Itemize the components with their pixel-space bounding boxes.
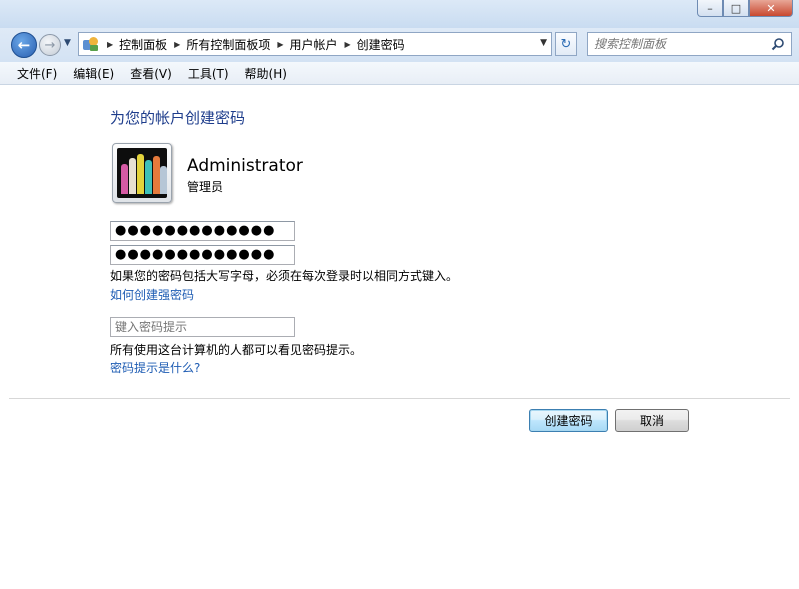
close-button[interactable]: ✕ (749, 0, 793, 17)
hint-note: 所有使用这台计算机的人都可以看见密码提示。 (110, 343, 363, 357)
title-bar: – □ ✕ (0, 0, 799, 28)
maximize-button[interactable]: □ (723, 0, 749, 17)
password-hint-input[interactable] (115, 320, 285, 334)
breadcrumb-arrow-icon[interactable]: ▶ (345, 40, 351, 49)
breadcrumb-item[interactable]: ▶ 所有控制面板项 (167, 36, 270, 53)
search-input[interactable] (594, 36, 764, 52)
address-bar[interactable]: ▶ 控制面板 ▶ 所有控制面板项 ▶ 用户帐户 ▶ 创建密码 ▼ (78, 32, 552, 56)
breadcrumb-arrow-icon[interactable]: ▶ (107, 40, 113, 49)
minimize-button[interactable]: – (697, 0, 723, 17)
user-name: Administrator (187, 156, 303, 176)
back-button[interactable]: ← (11, 32, 37, 58)
address-dropdown-icon[interactable]: ▼ (540, 38, 547, 48)
confirm-password-field[interactable]: ●●●●●●●●●●●●● (110, 245, 295, 265)
user-role: 管理员 (187, 180, 224, 194)
forward-arrow-icon: → (44, 37, 56, 53)
create-password-button[interactable]: 创建密码 (529, 409, 608, 432)
address-toolbar: ← → ▼ ▶ 控制面板 ▶ 所有控制面板项 ▶ 用户帐户 ▶ 创建密码 ▼ ↻ (0, 28, 799, 62)
breadcrumb-item[interactable]: ▶ 创建密码 (338, 36, 405, 53)
strong-password-link[interactable]: 如何创建强密码 (110, 286, 194, 303)
menu-help[interactable]: 帮助(H) (242, 65, 290, 82)
divider (9, 398, 790, 399)
menu-bar: 文件(F) 编辑(E) 查看(V) 工具(T) 帮助(H) (0, 62, 799, 85)
control-panel-icon (82, 36, 100, 52)
breadcrumb-arrow-icon[interactable]: ▶ (174, 40, 180, 49)
menu-file[interactable]: 文件(F) (14, 65, 60, 82)
search-icon[interactable] (771, 37, 785, 51)
breadcrumb-arrow-icon[interactable]: ▶ (277, 40, 283, 49)
main-content: 为您的帐户创建密码 Administrator 管理员 ●●●●●●●●●●●●… (0, 85, 799, 589)
menu-edit[interactable]: 编辑(E) (70, 65, 117, 82)
refresh-icon: ↻ (560, 36, 572, 52)
crayons-icon (117, 148, 167, 198)
caption-buttons: – □ ✕ (697, 0, 793, 17)
password-hint-link[interactable]: 密码提示是什么? (110, 359, 200, 376)
caps-note: 如果您的密码包括大写字母，必须在每次登录时以相同方式键入。 (110, 269, 459, 283)
recent-pages-dropdown[interactable]: ▼ (64, 38, 71, 48)
refresh-button[interactable]: ↻ (555, 32, 577, 56)
back-arrow-icon: ← (17, 36, 31, 54)
menu-tools[interactable]: 工具(T) (185, 65, 232, 82)
breadcrumb-item[interactable]: ▶ 控制面板 (100, 36, 167, 53)
menu-view[interactable]: 查看(V) (127, 65, 175, 82)
cancel-button[interactable]: 取消 (615, 409, 689, 432)
breadcrumb-item[interactable]: ▶ 用户帐户 (270, 36, 337, 53)
new-password-field[interactable]: ●●●●●●●●●●●●● (110, 221, 295, 241)
page-title: 为您的帐户创建密码 (110, 109, 246, 127)
password-hint-field[interactable] (110, 317, 295, 337)
search-box[interactable] (587, 32, 792, 56)
forward-button[interactable]: → (39, 34, 61, 56)
user-avatar (112, 143, 172, 203)
